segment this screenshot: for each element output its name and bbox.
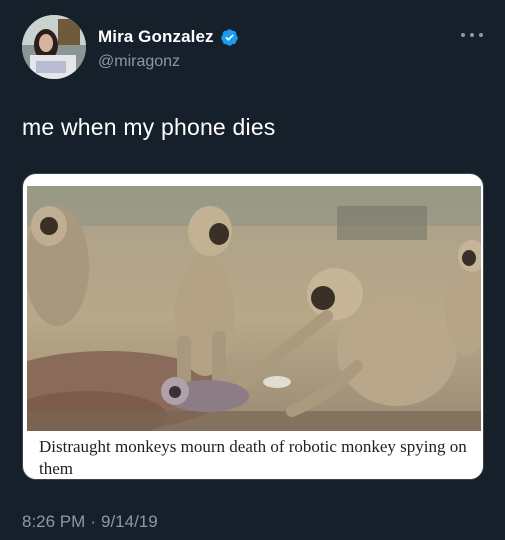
more-dot — [479, 33, 483, 37]
tweet-text: me when my phone dies — [22, 114, 276, 140]
avatar[interactable] — [22, 15, 86, 79]
monkeys-photo[interactable] — [27, 186, 481, 431]
media-caption: Distraught monkeys mourn death of roboti… — [39, 437, 467, 478]
tweet-timestamp[interactable]: 8:26 PM · 9/14/19 — [22, 512, 158, 532]
tweet-time: 8:26 PM — [22, 512, 86, 531]
timestamp-separator: · — [90, 512, 96, 531]
verified-badge-icon — [220, 28, 239, 47]
more-options-icon[interactable] — [461, 28, 483, 42]
tweet: Mira Gonzalez @miragonz me when my phone… — [0, 0, 505, 540]
author-handle[interactable]: @miragonz — [98, 53, 180, 71]
author-name-row: Mira Gonzalez — [98, 27, 239, 47]
more-dot — [470, 33, 474, 37]
more-dot — [461, 33, 465, 37]
media-card[interactable]: Distraught monkeys mourn death of roboti… — [22, 173, 484, 480]
author-display-name[interactable]: Mira Gonzalez — [98, 27, 214, 47]
tweet-date: 9/14/19 — [100, 512, 158, 531]
